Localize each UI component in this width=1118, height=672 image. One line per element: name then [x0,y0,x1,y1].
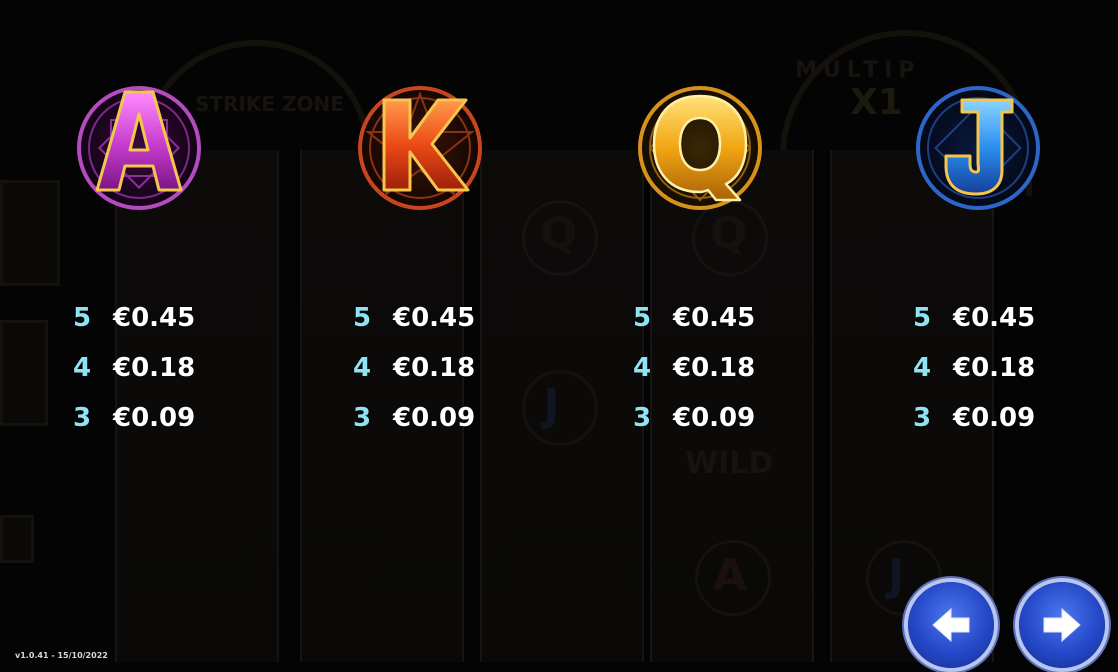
pay-count: 5 [353,303,372,333]
background-side-panel [0,320,48,426]
background-symbol-a: A [713,550,748,601]
background-symbol-j: J [543,380,560,431]
pay-row: 3 €0.09 [913,393,1035,443]
pay-count: 4 [633,353,652,383]
background-multiplier-value: X1 [850,82,903,123]
background-symbol-q: Q [710,208,748,259]
pay-row: 4 €0.18 [353,343,475,393]
background-symbol-q: Q [540,208,578,259]
pay-count: 4 [913,353,932,383]
pay-value: €0.45 [393,303,476,333]
pay-row: 5 €0.45 [913,293,1035,343]
symbol-j-icon [912,82,1044,214]
pay-value: €0.09 [953,403,1036,433]
pay-value: €0.09 [113,403,196,433]
pay-value: €0.09 [393,403,476,433]
pay-count: 5 [913,303,932,333]
pay-value: €0.45 [113,303,196,333]
pay-count: 4 [353,353,372,383]
background-wild-text: WILD [685,446,774,481]
background-strike-zone-text: STRIKE ZONE [195,92,344,116]
pay-row: 5 €0.45 [353,293,475,343]
symbol-a-icon [73,82,205,214]
pay-count: 3 [913,403,932,433]
pay-value: €0.45 [673,303,756,333]
paytable-q: 5 €0.45 4 €0.18 3 €0.09 [633,293,755,443]
symbol-q-icon [634,82,766,214]
pay-row: 3 €0.09 [633,393,755,443]
version-label: v1.0.41 - 15/10/2022 [15,651,108,660]
pay-value: €0.18 [953,353,1036,383]
pay-value: €0.18 [113,353,196,383]
pay-row: 3 €0.09 [353,393,475,443]
background-side-panel [0,515,34,563]
pay-count: 5 [73,303,92,333]
arrow-left-icon [932,607,970,643]
previous-page-button[interactable] [908,582,994,668]
background-symbol-j: J [888,550,905,601]
pay-count: 4 [73,353,92,383]
paytable-k: 5 €0.45 4 €0.18 3 €0.09 [353,293,475,443]
pay-count: 3 [633,403,652,433]
pay-row: 4 €0.18 [913,343,1035,393]
arrow-right-icon [1043,607,1081,643]
next-page-button[interactable] [1019,582,1105,668]
pay-row: 5 €0.45 [633,293,755,343]
pay-row: 4 €0.18 [73,343,195,393]
pay-value: €0.18 [673,353,756,383]
pay-count: 3 [353,403,372,433]
symbol-k-icon [354,82,486,214]
paytable-j: 5 €0.45 4 €0.18 3 €0.09 [913,293,1035,443]
background-symbol-ring [522,370,598,446]
pay-row: 5 €0.45 [73,293,195,343]
pay-value: €0.18 [393,353,476,383]
background-side-panel [0,180,60,286]
paytable-a: 5 €0.45 4 €0.18 3 €0.09 [73,293,195,443]
pay-value: €0.09 [673,403,756,433]
pay-row: 3 €0.09 [73,393,195,443]
pay-value: €0.45 [953,303,1036,333]
pay-count: 3 [73,403,92,433]
background-multiplier-text: MULTIP [795,58,921,83]
pay-row: 4 €0.18 [633,343,755,393]
pay-count: 5 [633,303,652,333]
